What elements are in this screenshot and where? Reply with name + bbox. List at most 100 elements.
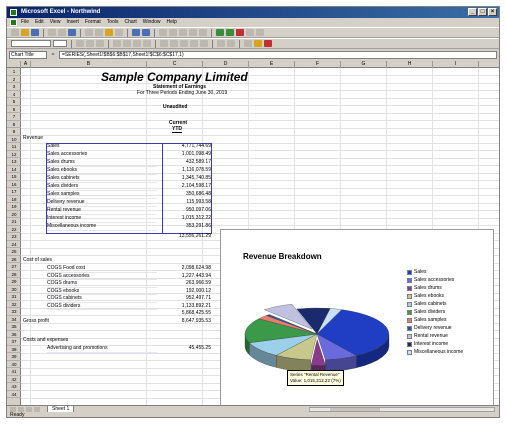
row-header[interactable]: 27 <box>7 263 21 271</box>
column-header[interactable]: I <box>433 61 479 68</box>
font-size-select[interactable] <box>53 40 67 47</box>
row-header[interactable]: 37 <box>7 338 21 346</box>
menu-item-chart[interactable]: Chart <box>124 18 136 27</box>
row-header[interactable]: 39 <box>7 353 21 361</box>
column-header[interactable]: H <box>387 61 433 68</box>
cost-item-label[interactable]: COGS drums <box>47 280 157 288</box>
help-icon[interactable] <box>256 29 264 36</box>
costs-expenses-label[interactable]: Costs and expenses <box>23 337 68 343</box>
row-header[interactable]: 11 <box>7 143 21 151</box>
row-header[interactable]: 28 <box>7 271 21 278</box>
column-header[interactable]: G <box>341 61 387 68</box>
chart-wizard-icon[interactable] <box>216 29 224 36</box>
legend-item[interactable]: Sales cabinets <box>407 300 491 308</box>
revenue-total[interactable]: 13,556,261.29 <box>163 233 211 241</box>
formula-input[interactable]: =SERIES(,Sheet1!$B$6:$B$17,Sheet1!$C$6:$… <box>59 51 497 59</box>
row-header[interactable]: 30 <box>7 286 21 293</box>
menu-item-tools[interactable]: Tools <box>107 18 119 27</box>
row-header[interactable]: 34 <box>7 316 21 323</box>
row-header[interactable]: 23 <box>7 233 21 241</box>
row-header[interactable]: 35 <box>7 323 21 331</box>
row-header[interactable]: 6 <box>7 106 21 113</box>
row-header[interactable]: 44 <box>7 391 21 398</box>
open-icon[interactable] <box>21 29 29 36</box>
menu-item-view[interactable]: View <box>50 18 61 27</box>
column-header[interactable]: D <box>203 61 249 68</box>
cost-item-label[interactable]: COGS dividers <box>47 303 157 310</box>
workbook-icon[interactable] <box>10 19 17 26</box>
paste-icon[interactable] <box>105 29 113 36</box>
legend-item[interactable]: Rental revenue <box>407 332 491 340</box>
revenue-chart[interactable]: Revenue Breakdown Sales Sales accessories… <box>220 229 494 405</box>
row-header[interactable]: 5 <box>7 98 21 106</box>
audited-label[interactable]: Unaudited <box>163 104 187 110</box>
column-header[interactable]: B <box>31 61 147 68</box>
increase-indent-icon[interactable] <box>227 40 235 47</box>
decrease-decimal-icon[interactable] <box>200 40 208 47</box>
sort-descending-icon[interactable] <box>199 29 207 36</box>
statement-subtitle[interactable]: For Three Periods Ending June 30, 2019 <box>137 90 227 96</box>
advertising-label[interactable]: Advertising and promotions <box>47 345 157 353</box>
advertising-value[interactable]: 45,455.25 <box>163 345 211 353</box>
row-header[interactable]: 16 <box>7 181 21 188</box>
row-header[interactable]: 4 <box>7 91 21 98</box>
legend-item[interactable]: Interest income <box>407 340 491 348</box>
cost-item-value[interactable]: 192,000.12 <box>163 288 211 296</box>
legend-item[interactable]: Sales samples <box>407 316 491 324</box>
format-painter-icon[interactable] <box>115 29 123 36</box>
row-header[interactable]: 38 <box>7 346 21 353</box>
sort-ascending-icon[interactable] <box>189 29 197 36</box>
column-header[interactable]: J <box>479 61 499 68</box>
spelling-icon[interactable] <box>68 29 76 36</box>
percent-icon[interactable] <box>170 40 178 47</box>
legend-item[interactable]: Sales accessories <box>407 276 491 284</box>
cost-item-value[interactable]: 2,098,624.98 <box>163 265 211 273</box>
cost-total[interactable]: 5,868,425.55 <box>163 310 211 318</box>
row-header[interactable]: 1 <box>7 68 21 76</box>
menu-item-edit[interactable]: Edit <box>35 18 44 27</box>
row-header[interactable]: 12 <box>7 151 21 158</box>
cost-item-value[interactable]: 263,966.59 <box>163 280 211 288</box>
cost-item-value[interactable]: 1,133,892.21 <box>163 303 211 311</box>
increase-decimal-icon[interactable] <box>190 40 198 47</box>
drawing-icon[interactable] <box>236 29 244 36</box>
row-header[interactable]: 2 <box>7 76 21 83</box>
cost-item-label[interactable]: COGS cabinets <box>47 295 157 303</box>
row-header[interactable]: 8 <box>7 121 21 128</box>
row-header[interactable]: 41 <box>7 368 21 376</box>
align-right-icon[interactable] <box>133 40 141 47</box>
ytd-label[interactable]: YTD <box>172 126 182 133</box>
row-header[interactable]: 19 <box>7 203 21 211</box>
align-left-icon[interactable] <box>113 40 121 47</box>
legend-item[interactable]: Sales ebooks <box>407 292 491 300</box>
menu-item-insert[interactable]: Insert <box>66 18 79 27</box>
align-center-icon[interactable] <box>123 40 131 47</box>
scroll-thumb[interactable] <box>330 408 380 411</box>
minimize-button[interactable]: _ <box>468 8 477 16</box>
autosum-icon[interactable] <box>169 29 177 36</box>
gross-profit-label[interactable]: Gross profit <box>23 318 49 324</box>
row-header[interactable]: 20 <box>7 211 21 218</box>
zoom-icon[interactable] <box>246 29 254 36</box>
font-select[interactable] <box>11 40 51 47</box>
column-header[interactable]: E <box>249 61 295 68</box>
cost-item-label[interactable]: COGS accessories <box>47 273 157 280</box>
currency-icon[interactable] <box>160 40 168 47</box>
row-header[interactable]: 13 <box>7 158 21 166</box>
chart-legend[interactable]: Sales Sales accessories Sales drums Sales e… <box>407 268 491 356</box>
borders-icon[interactable] <box>244 40 252 47</box>
row-header[interactable]: 22 <box>7 226 21 233</box>
column-header[interactable]: F <box>295 61 341 68</box>
row-header[interactable]: 15 <box>7 173 21 181</box>
save-icon[interactable] <box>31 29 39 36</box>
cut-icon[interactable] <box>85 29 93 36</box>
row-header[interactable]: 40 <box>7 361 21 368</box>
font-color-icon[interactable] <box>264 40 272 47</box>
row-header[interactable]: 31 <box>7 293 21 301</box>
row-header[interactable]: 14 <box>7 166 21 173</box>
row-header[interactable]: 32 <box>7 301 21 308</box>
row-header[interactable]: 42 <box>7 376 21 383</box>
cost-item-value[interactable]: 1,227,443.94 <box>163 273 211 281</box>
row-header[interactable]: 43 <box>7 383 21 391</box>
row-header[interactable]: 33 <box>7 308 21 316</box>
